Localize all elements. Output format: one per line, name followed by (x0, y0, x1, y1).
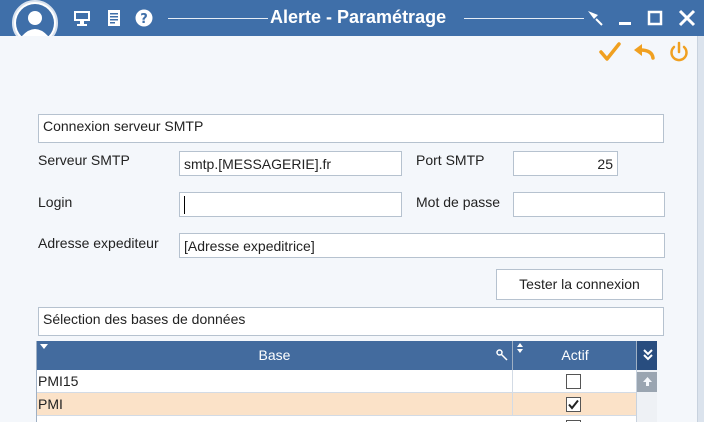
power-icon[interactable] (667, 40, 691, 64)
column-header-actif[interactable]: Actif (514, 341, 636, 370)
sender-address-input[interactable] (179, 233, 665, 258)
cell-base: PMI15 (37, 370, 513, 393)
double-chevron-down-icon (643, 349, 653, 361)
scroll-up-button[interactable] (637, 372, 657, 392)
login-input[interactable] (179, 192, 402, 217)
cell-base: PMI (37, 393, 513, 416)
window-title: Alerte - Paramétrage (270, 7, 447, 27)
smtp-server-label: Serveur SMTP (38, 152, 130, 168)
login-label: Login (38, 194, 73, 210)
cell-actif (514, 416, 636, 422)
column-actif-label: Actif (561, 347, 589, 363)
validate-check-icon[interactable] (598, 40, 622, 64)
actif-checkbox[interactable] (566, 374, 581, 389)
grid-scrollbar[interactable] (636, 370, 657, 422)
document-icon[interactable] (104, 8, 124, 28)
databases-section-title: Sélection des bases de données (38, 307, 664, 336)
check-icon (568, 399, 579, 410)
sort-arrows-icon[interactable] (516, 343, 524, 353)
arrow-up-icon (643, 377, 652, 386)
smtp-port-input[interactable] (513, 151, 618, 176)
maximize-icon[interactable] (644, 7, 666, 29)
pin-icon[interactable] (584, 7, 606, 29)
password-label: Mot de passe (416, 194, 501, 210)
table-row[interactable] (37, 416, 636, 422)
minimize-icon[interactable] (614, 7, 636, 29)
monitor-icon[interactable] (72, 8, 92, 28)
undo-arrow-icon[interactable] (632, 40, 656, 64)
svg-text:?: ? (140, 12, 148, 27)
title-bar: Alerte - Paramétrage ? (0, 0, 704, 36)
column-header-base[interactable]: Base (37, 341, 513, 370)
actif-checkbox[interactable] (566, 397, 581, 412)
table-row[interactable]: PMI15 (37, 370, 636, 393)
window-scrollbar[interactable] (697, 36, 704, 422)
search-key-icon[interactable] (496, 349, 508, 361)
grid-header: Base Actif (37, 341, 657, 370)
title-divider-right (464, 18, 584, 19)
close-icon[interactable] (676, 7, 698, 29)
password-input[interactable] (513, 192, 665, 217)
cell-actif (514, 393, 636, 416)
smtp-server-input[interactable] (179, 151, 402, 176)
help-icon[interactable]: ? (134, 8, 154, 28)
grid-menu-button[interactable] (636, 341, 657, 370)
test-connection-button[interactable]: Tester la connexion (496, 269, 663, 300)
column-base-label: Base (258, 347, 291, 363)
table-row[interactable]: PMI (37, 393, 636, 416)
smtp-section-title: Connexion serveur SMTP (38, 114, 664, 143)
title-divider-left (168, 18, 268, 19)
text-caret (184, 196, 185, 214)
databases-grid: Base Actif PMI15 PMI (36, 341, 657, 422)
sender-address-label: Adresse expediteur (38, 235, 159, 251)
sort-chevron-icon[interactable] (39, 343, 49, 351)
cell-actif (514, 370, 636, 393)
smtp-port-label: Port SMTP (416, 152, 485, 168)
